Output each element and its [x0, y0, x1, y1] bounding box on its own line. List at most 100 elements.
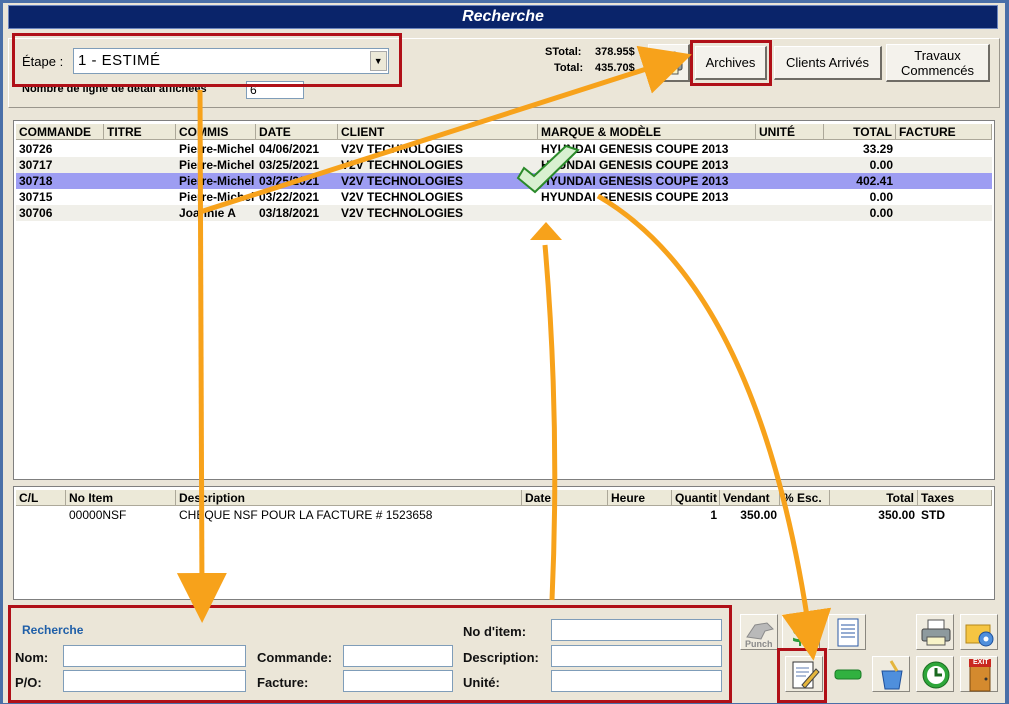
col-facture[interactable]: FACTURE — [896, 124, 992, 140]
refresh-button[interactable] — [916, 656, 954, 692]
cell-total: 0.00 — [869, 206, 893, 220]
description-label: Description: — [463, 650, 539, 665]
col-total[interactable]: Total — [830, 490, 918, 506]
noitem-input[interactable] — [551, 619, 722, 641]
cell-total: 33.29 — [862, 142, 893, 156]
dollar-cancel-icon: $ — [791, 619, 817, 649]
travaux-commences-button[interactable]: Travaux Commencés — [886, 44, 990, 82]
col-no-item[interactable]: No Item — [66, 490, 176, 506]
col-vendant[interactable]: Vendant — [720, 490, 780, 506]
clean-button[interactable] — [872, 656, 910, 692]
commande-input[interactable] — [343, 645, 453, 667]
printer-icon — [921, 619, 951, 646]
cell-total: 402.41 — [856, 174, 893, 188]
cell-commis: Pierre-Michel — [179, 158, 255, 172]
col-description[interactable]: Description — [176, 490, 522, 506]
cell-vendant: 350.00 — [740, 508, 777, 522]
description-input[interactable] — [551, 645, 722, 667]
cell-commande: 30717 — [19, 158, 53, 172]
table-row[interactable]: 30706 Joannie A 03/18/2021 V2V TECHNOLOG… — [16, 205, 992, 221]
table-row[interactable]: 30715 Pierre-Michel 03/22/2021 V2V TECHN… — [16, 189, 992, 205]
table-row-selected[interactable]: 30718 Pierre-Michel 03/25/2021 V2V TECHN… — [16, 173, 992, 189]
col-commande[interactable]: COMMANDE — [16, 124, 104, 140]
money-cancel-button[interactable]: $ — [782, 614, 820, 650]
remove-button[interactable] — [828, 656, 866, 692]
exit-button[interactable]: EXIT — [960, 656, 998, 692]
facture-label: Facture: — [257, 675, 309, 690]
col-taxes[interactable]: Taxes — [918, 490, 992, 506]
highlight-archives — [690, 40, 772, 86]
nom-label: Nom: — [15, 650, 49, 665]
minus-icon — [834, 669, 862, 680]
orders-table: COMMANDE TITRE COMMIS DATE CLIENT MARQUE… — [13, 120, 995, 480]
col-date[interactable]: Date — [522, 490, 608, 506]
cell-date: 03/25/2021 — [259, 174, 320, 188]
col-marque[interactable]: MARQUE & MODÈLE — [538, 124, 756, 140]
exit-label: EXIT — [973, 659, 989, 666]
po-input[interactable] — [63, 670, 246, 692]
cell-commande: 30706 — [19, 206, 53, 220]
detail-row[interactable]: 00000NSF CHEQUE NSF POUR LA FACTURE # 15… — [16, 507, 992, 523]
cell-marque: HYUNDAI GENESIS COUPE 2013 — [541, 174, 729, 188]
col-client[interactable]: CLIENT — [338, 124, 538, 140]
window-title: Recherche — [8, 5, 998, 29]
cell-date: 03/18/2021 — [259, 206, 320, 220]
nom-input[interactable] — [63, 645, 246, 667]
stotal-label: STotal: — [545, 46, 582, 58]
noitem-label: No d'item: — [463, 624, 527, 639]
punch-button[interactable]: Punch — [740, 614, 778, 650]
clients-arrives-button[interactable]: Clients Arrivés — [774, 46, 882, 80]
cell-client: V2V TECHNOLOGIES — [341, 190, 464, 204]
commande-label: Commande: — [257, 650, 333, 665]
cell-taxes: STD — [921, 508, 945, 522]
col-quantite[interactable]: Quantit — [672, 490, 720, 506]
cell-commande: 30726 — [19, 142, 53, 156]
table-row[interactable]: 30717 Pierre-Michel 03/25/2021 V2V TECHN… — [16, 157, 992, 173]
cell-client: V2V TECHNOLOGIES — [341, 142, 464, 156]
cell-commande: 30718 — [19, 174, 53, 188]
col-titre[interactable]: TITRE — [104, 124, 176, 140]
cell-total: 0.00 — [869, 190, 893, 204]
cell-client: V2V TECHNOLOGIES — [341, 174, 464, 188]
col-commis[interactable]: COMMIS — [176, 124, 256, 140]
cell-client: V2V TECHNOLOGIES — [341, 206, 464, 220]
cell-total: 0.00 — [869, 158, 893, 172]
cell-client: V2V TECHNOLOGIES — [341, 158, 464, 172]
cell-marque: HYUNDAI GENESIS COUPE 2013 — [541, 158, 729, 172]
table-row[interactable]: 30726 Pierre-Michel 04/06/2021 V2V TECHN… — [16, 141, 992, 157]
document-button[interactable] — [828, 614, 866, 650]
highlight-etape — [12, 33, 402, 87]
col-date[interactable]: DATE — [256, 124, 338, 140]
cell-date: 03/25/2021 — [259, 158, 320, 172]
cell-quantite: 1 — [710, 508, 717, 522]
total-label: Total: — [554, 62, 584, 74]
clock-check-icon — [922, 661, 950, 689]
settings-button[interactable] — [960, 614, 998, 650]
cell-commis: Joannie A — [179, 206, 236, 220]
cell-description: CHEQUE NSF POUR LA FACTURE # 1523658 — [179, 508, 433, 522]
col-cl[interactable]: C/L — [16, 490, 66, 506]
unite-input[interactable] — [551, 670, 722, 692]
cell-commis: Pierre-Michel — [179, 174, 255, 188]
printer-icon — [655, 51, 682, 74]
total-value: 435.70$ — [595, 62, 635, 74]
cell-date: 04/06/2021 — [259, 142, 320, 156]
travaux-label-2: Commencés — [901, 62, 974, 78]
gear-folder-icon — [965, 624, 994, 647]
col-esc[interactable]: % Esc. — [780, 490, 830, 506]
highlight-edit-button — [777, 648, 827, 703]
facture-input[interactable] — [343, 670, 453, 692]
document-icon — [837, 618, 859, 647]
cell-commis: Pierre-Michel — [179, 142, 255, 156]
print-button[interactable] — [648, 44, 690, 82]
cell-commis: Pierre-Michel — [179, 190, 255, 204]
cell-total: 350.00 — [878, 508, 915, 522]
col-total[interactable]: TOTAL — [824, 124, 896, 140]
print-list-button[interactable] — [916, 614, 954, 650]
col-unite[interactable]: UNITÉ — [756, 124, 824, 140]
col-heure[interactable]: Heure — [608, 490, 672, 506]
stotal-value: 378.95$ — [595, 46, 635, 58]
cell-marque: HYUNDAI GENESIS COUPE 2013 — [541, 190, 729, 204]
cell-commande: 30715 — [19, 190, 53, 204]
details-table: C/L No Item Description Date Heure Quant… — [13, 486, 995, 600]
